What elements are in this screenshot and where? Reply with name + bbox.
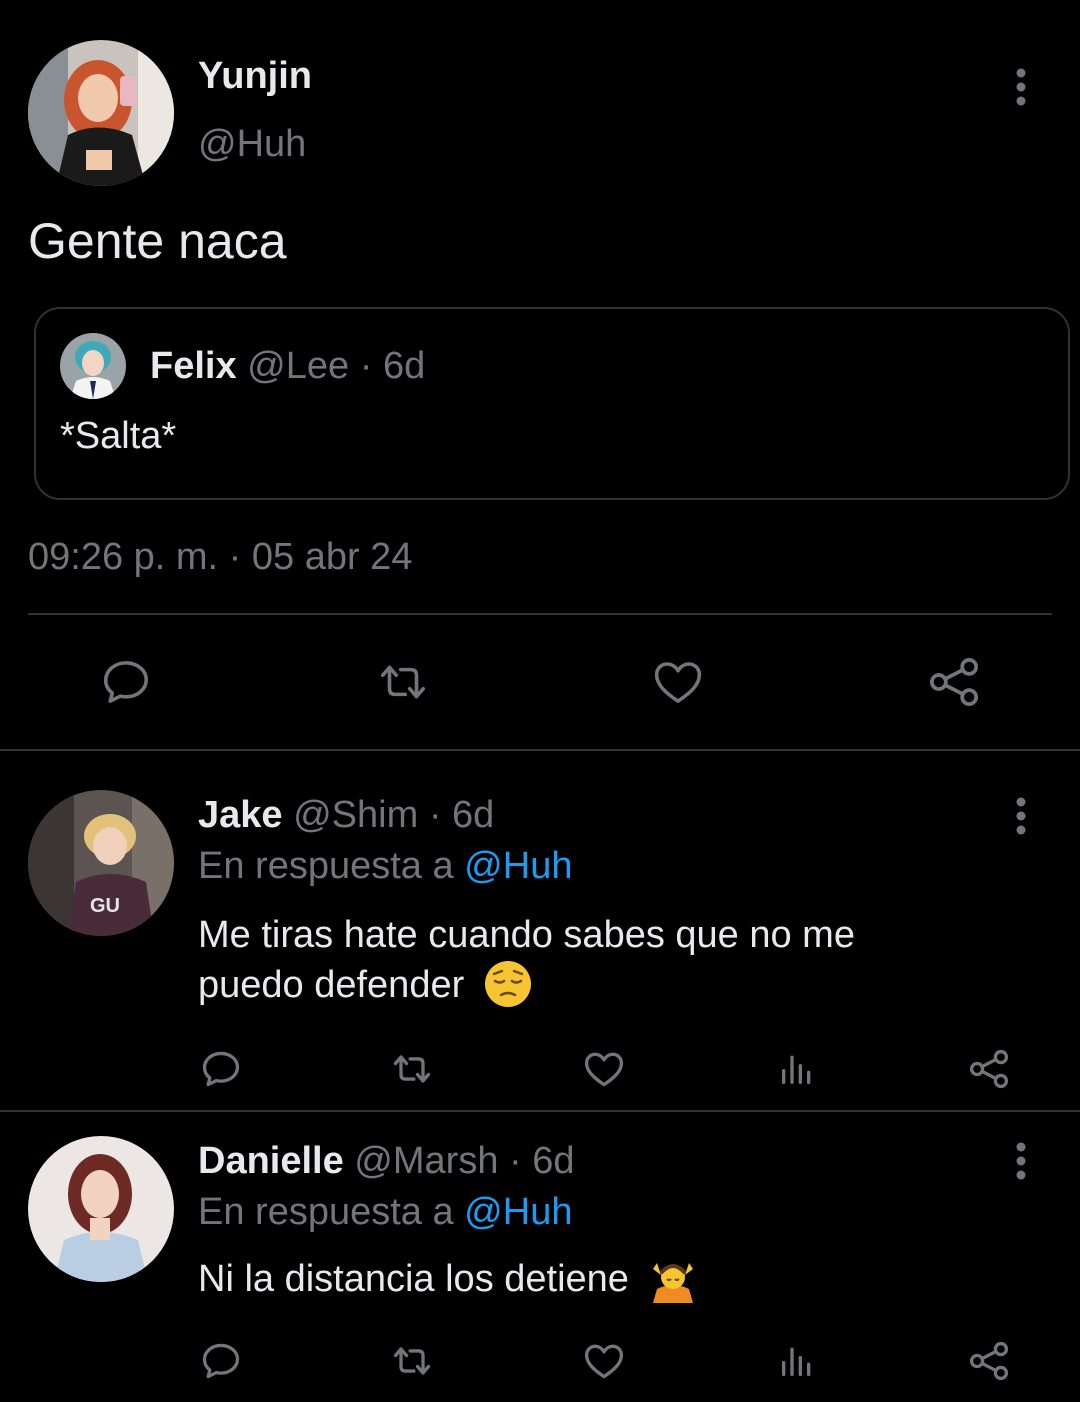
reply-icon [103, 661, 149, 703]
time-ago: 6d [532, 1140, 575, 1182]
reply-text: Ni la distancia los detiene [198, 1254, 697, 1304]
retweet-button[interactable] [371, 652, 435, 712]
like-button[interactable] [581, 1046, 627, 1092]
like-icon [584, 1344, 624, 1379]
like-button[interactable] [648, 652, 708, 712]
retweet-button[interactable] [387, 1046, 437, 1092]
reply-text-line: Me tiras hate cuando sabes que no me [198, 914, 855, 956]
person-getting-massage-emoji [653, 1262, 694, 1303]
reply-button[interactable] [198, 1338, 244, 1384]
analytics-button[interactable] [775, 1046, 819, 1092]
share-icon [929, 657, 979, 707]
analytics-icon [782, 1347, 811, 1376]
author-name[interactable]: Yunjin [198, 54, 312, 98]
avatar[interactable] [28, 1136, 174, 1282]
svg-text:GU: GU [90, 895, 120, 917]
avatar[interactable] [28, 40, 174, 186]
like-icon [654, 662, 702, 703]
divider [0, 1110, 1080, 1112]
more-options-icon[interactable] [1001, 1136, 1041, 1186]
time-ago: 6d [452, 794, 495, 836]
author-name[interactable]: Jake [198, 794, 283, 836]
time-ago: 6d [382, 345, 426, 387]
author-handle[interactable]: @Marsh [354, 1140, 498, 1182]
share-button[interactable] [966, 1338, 1012, 1384]
reply-context: En respuesta a @Huh [198, 843, 572, 889]
analytics-button[interactable] [775, 1338, 819, 1384]
reply-prefix: En respuesta a [198, 1191, 454, 1233]
time-separator: · [509, 1140, 522, 1182]
reply-button[interactable] [96, 652, 156, 712]
reply-context: En respuesta a @Huh [198, 1189, 572, 1235]
reply-header: Jake @Shim · 6d [198, 792, 494, 838]
analytics-icon [782, 1055, 811, 1084]
author-handle[interactable]: @Shim [293, 794, 418, 836]
time-separator: · [428, 794, 442, 836]
quoted-tweet-text: *Salta* [60, 415, 177, 457]
share-icon [969, 1341, 1009, 1381]
reply-icon [202, 1051, 240, 1087]
reply-text-segment: Ni la distancia los detiene [198, 1258, 629, 1300]
reply-button[interactable] [198, 1046, 244, 1092]
author-handle[interactable]: @Huh [198, 122, 306, 166]
reply-text-segment: puedo defender [198, 964, 465, 1006]
like-button[interactable] [581, 1338, 627, 1384]
quoted-tweet[interactable]: Felix @Lee · 6d *Salta* [34, 307, 1070, 500]
divider [28, 613, 1052, 615]
avatar[interactable] [60, 333, 126, 399]
pensive-face-emoji [484, 960, 531, 1007]
author-name[interactable]: Felix [150, 345, 237, 387]
more-options-icon[interactable] [1001, 791, 1041, 841]
share-button[interactable] [966, 1046, 1012, 1092]
more-options-icon[interactable] [1001, 62, 1041, 112]
reply-text-line: puedo defender [198, 960, 1058, 1010]
share-icon [969, 1049, 1009, 1089]
avatar[interactable]: GU [28, 790, 174, 936]
divider [0, 749, 1080, 751]
reply-to-link[interactable]: @Huh [464, 1191, 572, 1233]
time-separator: · [359, 345, 373, 387]
tweet-text: Gente naca [28, 213, 287, 269]
retweet-button[interactable] [387, 1338, 437, 1384]
retweet-icon [393, 1055, 431, 1083]
tweet-timestamp: 09:26 p. m. · 05 abr 24 [28, 536, 413, 578]
reply-prefix: En respuesta a [198, 845, 454, 887]
quoted-tweet-header: Felix @Lee · 6d [150, 343, 425, 389]
retweet-icon [380, 665, 426, 699]
retweet-icon [393, 1347, 431, 1375]
like-icon [584, 1052, 624, 1087]
author-name[interactable]: Danielle [198, 1140, 344, 1182]
author-handle[interactable]: @Lee [247, 345, 349, 387]
reply-icon [202, 1343, 240, 1379]
reply-text: Me tiras hate cuando sabes que no me pue… [198, 910, 1058, 1010]
reply-header: Danielle @Marsh · 6d [198, 1138, 575, 1184]
share-button[interactable] [924, 652, 984, 712]
reply-to-link[interactable]: @Huh [464, 845, 572, 887]
